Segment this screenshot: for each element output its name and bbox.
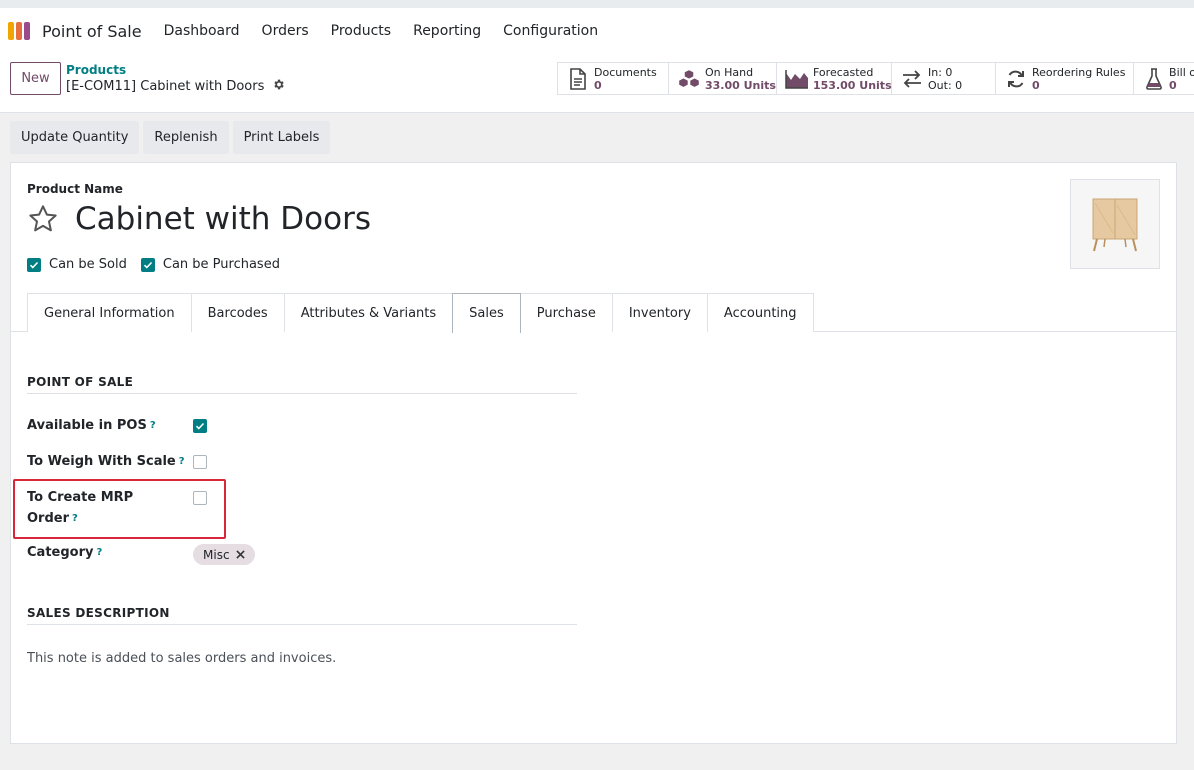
smart-button-reordering-rules[interactable]: Reordering Rules 0 (996, 63, 1134, 94)
tab-purchase[interactable]: Purchase (519, 293, 613, 332)
control-panel: New Products [E-COM11] Cabinet with Door… (0, 54, 1194, 113)
close-icon[interactable] (235, 548, 245, 562)
nav-dashboard[interactable]: Dashboard (164, 23, 240, 39)
help-icon[interactable]: ? (72, 513, 78, 524)
tab-general-information[interactable]: General Information (27, 293, 192, 332)
app-name[interactable]: Point of Sale (42, 22, 142, 41)
tab-attributes-variants[interactable]: Attributes & Variants (283, 293, 454, 332)
title-row: Cabinet with Doors (27, 201, 371, 237)
to-create-mrp-order-checkbox[interactable] (193, 491, 207, 505)
bom-label: Bill o (1169, 65, 1194, 79)
flask-icon (1142, 67, 1165, 91)
update-quantity-button[interactable]: Update Quantity (10, 121, 140, 154)
action-buttons: Update Quantity Replenish Print Labels (10, 121, 331, 154)
can-be-purchased-option: Can be Purchased (140, 257, 280, 272)
document-icon (566, 67, 590, 91)
product-flags: Can be Sold Can be Purchased (27, 257, 280, 272)
nav-configuration[interactable]: Configuration (503, 23, 598, 39)
can-be-sold-label: Can be Sold (49, 257, 127, 272)
reordering-rules-label: Reordering Rules (1032, 65, 1126, 79)
exchange-icon (900, 67, 924, 91)
breadcrumb-current: [E-COM11] Cabinet with Doors (66, 78, 285, 95)
to-weigh-with-scale-label: To Weigh With Scale? (27, 454, 185, 469)
pos-app-icon[interactable] (8, 22, 34, 40)
can-be-sold-checkbox[interactable] (27, 257, 41, 272)
sales-description-section-title: SALES DESCRIPTION (27, 606, 577, 625)
to-create-mrp-order-label: To Create MRP Order? (27, 490, 134, 526)
reordering-rules-value: 0 (1032, 78, 1040, 92)
browser-top-strip (0, 0, 1194, 8)
replenish-button[interactable]: Replenish (143, 121, 229, 154)
can-be-sold-option: Can be Sold (27, 257, 127, 272)
tab-inventory[interactable]: Inventory (611, 293, 708, 332)
in-count: In: 0 (928, 65, 953, 79)
smart-button-in-out[interactable]: In: 0 Out: 0 (892, 63, 996, 94)
product-image[interactable] (1070, 179, 1160, 269)
gear-icon[interactable] (272, 78, 285, 95)
smart-button-forecasted[interactable]: Forecasted 153.00 Units (777, 63, 892, 94)
form-tabs: General Information Barcodes Attributes … (11, 293, 1176, 333)
print-labels-button[interactable]: Print Labels (232, 121, 331, 154)
nav-reporting[interactable]: Reporting (413, 23, 481, 39)
new-button[interactable]: New (10, 62, 61, 95)
out-count: Out: 0 (928, 78, 963, 92)
documents-value: 0 (594, 78, 602, 92)
cabinet-image (1092, 198, 1138, 252)
category-tag-label: Misc (203, 547, 230, 562)
smart-button-bill-of-materials[interactable]: Bill o 0 (1134, 63, 1194, 94)
area-chart-icon (785, 67, 809, 91)
help-icon[interactable]: ? (96, 547, 102, 558)
category-tag[interactable]: Misc (193, 544, 255, 565)
nav-products[interactable]: Products (331, 23, 391, 39)
documents-label: Documents (594, 65, 657, 79)
tab-barcodes[interactable]: Barcodes (190, 293, 285, 332)
breadcrumb-products[interactable]: Products (66, 63, 126, 77)
nav-orders[interactable]: Orders (262, 23, 309, 39)
cubes-icon (677, 67, 701, 91)
smart-button-on-hand[interactable]: On Hand 33.00 Units (669, 63, 777, 94)
refresh-icon (1004, 67, 1028, 91)
top-navbar: Point of Sale Dashboard Orders Products … (0, 8, 1194, 54)
help-icon[interactable]: ? (150, 420, 156, 431)
help-icon[interactable]: ? (179, 456, 185, 467)
product-name-label: Product Name (27, 182, 123, 196)
star-icon[interactable] (27, 203, 59, 235)
sales-description-field[interactable]: This note is added to sales orders and i… (27, 651, 336, 666)
can-be-purchased-checkbox[interactable] (140, 257, 155, 272)
forecasted-value: 153.00 Units (813, 78, 892, 92)
tab-sales[interactable]: Sales (452, 293, 521, 333)
can-be-purchased-label: Can be Purchased (162, 257, 280, 272)
to-weigh-with-scale-checkbox[interactable] (193, 455, 207, 469)
forecasted-label: Forecasted (813, 65, 874, 79)
available-in-pos-checkbox[interactable] (193, 419, 207, 433)
tab-accounting[interactable]: Accounting (706, 293, 814, 332)
smart-buttons: Documents 0 On Hand 33.00 Units Forecast… (557, 62, 1194, 95)
on-hand-label: On Hand (705, 65, 754, 79)
product-title[interactable]: Cabinet with Doors (75, 201, 371, 237)
on-hand-value: 33.00 Units (705, 78, 776, 92)
product-form-sheet: Product Name Cabinet with Doors Can be S… (10, 162, 1177, 744)
point-of-sale-section-title: POINT OF SALE (27, 375, 577, 394)
record-title: [E-COM11] Cabinet with Doors (66, 79, 265, 94)
category-label: Category? (27, 545, 103, 560)
bom-value: 0 (1169, 78, 1177, 92)
available-in-pos-label: Available in POS? (27, 418, 156, 433)
smart-button-documents[interactable]: Documents 0 (558, 63, 669, 94)
